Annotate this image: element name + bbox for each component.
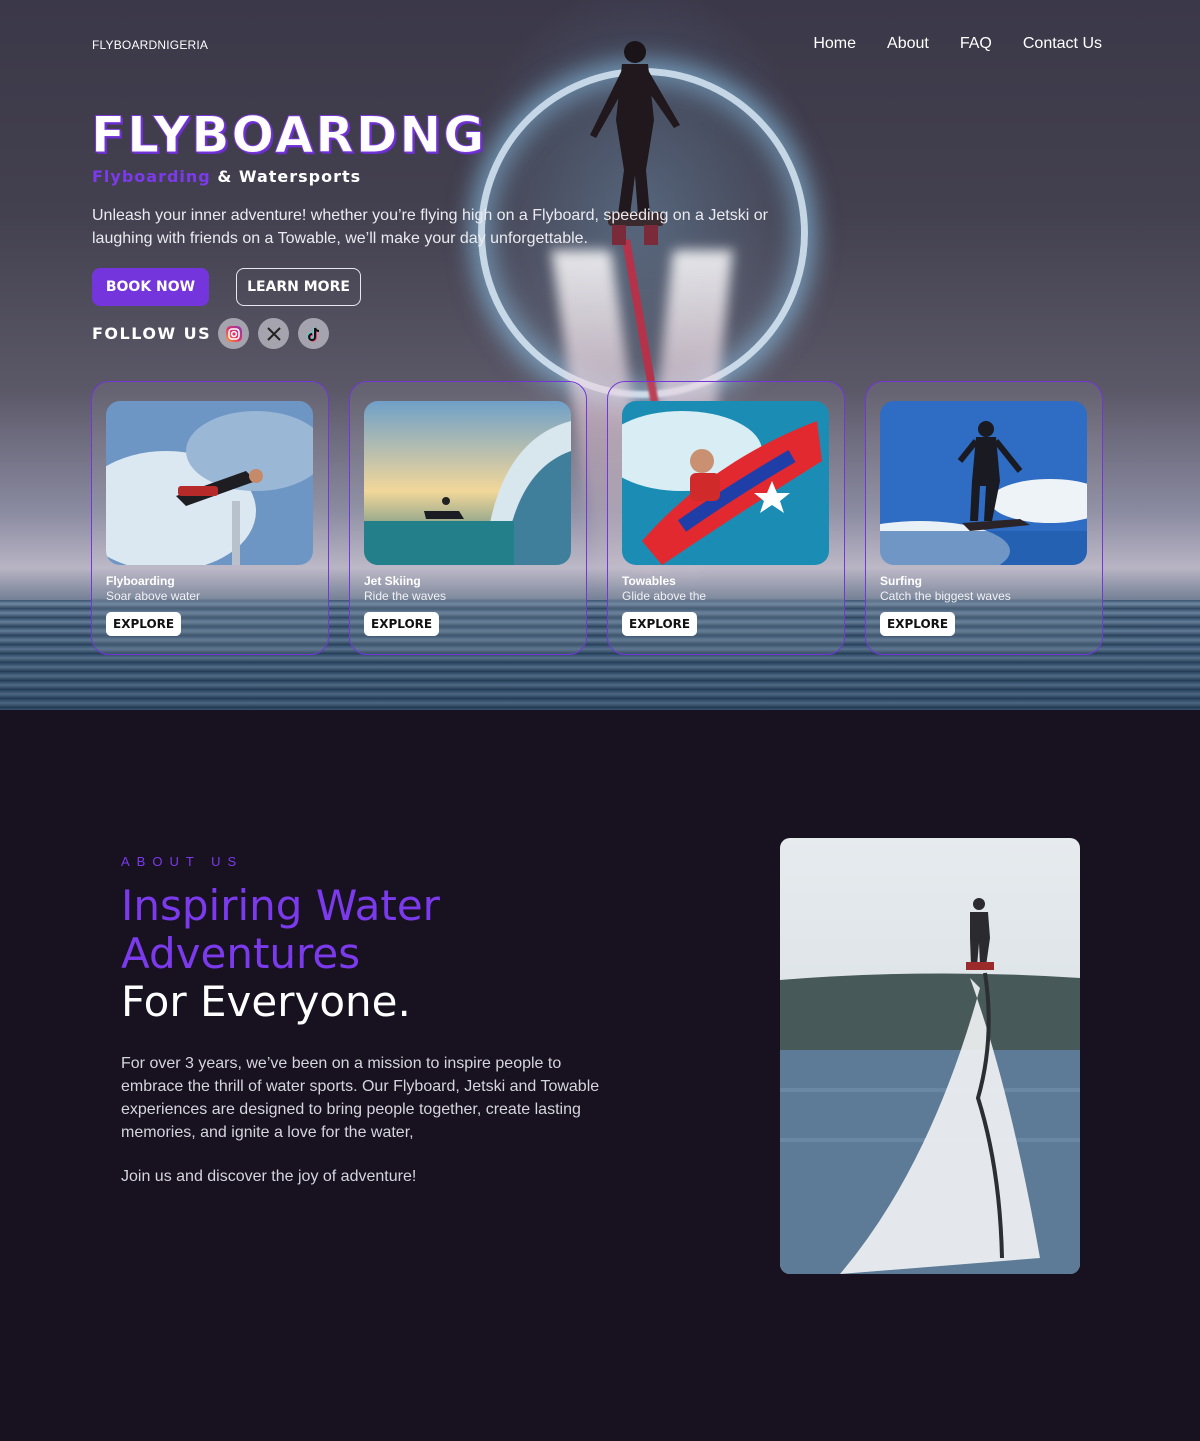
- activity-card-towables[interactable]: Towables Glide above the EXPLORE: [607, 381, 845, 655]
- book-now-button[interactable]: BOOK NOW: [92, 268, 209, 306]
- explore-button[interactable]: EXPLORE: [364, 612, 440, 636]
- hero-subtitle: Flyboarding & Watersports: [92, 167, 361, 186]
- about-heading: Inspiring Water Adventures For Everyone.: [121, 882, 440, 1026]
- x-icon[interactable]: [258, 318, 289, 349]
- about-closing: Join us and discover the joy of adventur…: [121, 1168, 417, 1185]
- card-title: Flyboarding: [106, 574, 175, 588]
- hero-subtitle-accent: Flyboarding: [92, 167, 211, 186]
- hero-description: Unleash your inner adventure! whether yo…: [92, 207, 768, 247]
- about-paragraph: For over 3 years, we’ve been on a missio…: [121, 1055, 600, 1141]
- about-flyboard-photo: [780, 838, 1080, 1274]
- surfing-photo: [880, 401, 1087, 565]
- hero-subtitle-rest: & Watersports: [210, 167, 362, 186]
- nav-faq[interactable]: FAQ: [960, 35, 992, 53]
- activity-card-jet-skiing[interactable]: Jet Skiing Ride the waves EXPLORE: [349, 381, 587, 655]
- explore-button[interactable]: EXPLORE: [106, 612, 182, 636]
- jet-skiing-photo: [364, 401, 571, 565]
- nav-about[interactable]: About: [887, 35, 929, 53]
- about-heading-line1: Inspiring Water: [121, 881, 440, 930]
- about-heading-line2: Adventures: [121, 929, 361, 978]
- explore-button[interactable]: EXPLORE: [880, 612, 956, 636]
- activity-card-flyboarding[interactable]: Flyboarding Soar above water EXPLORE: [91, 381, 329, 655]
- towables-photo: [622, 401, 829, 565]
- main-nav: Home About FAQ Contact Us: [813, 35, 1102, 53]
- card-title: Surfing: [880, 574, 922, 588]
- about-kicker: ABOUT US: [121, 854, 244, 869]
- hero-title: FLYBOARDNG: [90, 106, 487, 165]
- about-heading-line3: For Everyone.: [121, 977, 411, 1026]
- tiktok-icon[interactable]: [298, 318, 329, 349]
- activity-card-surfing[interactable]: Surfing Catch the biggest waves EXPLORE: [865, 381, 1103, 655]
- card-title: Jet Skiing: [364, 574, 421, 588]
- instagram-icon[interactable]: [218, 318, 249, 349]
- follow-us-label: FOLLOW US: [92, 324, 212, 343]
- card-subtitle: Ride the waves: [364, 589, 447, 603]
- brand-logo-text[interactable]: FLYBOARDNIGERIA: [92, 38, 208, 52]
- nav-contact[interactable]: Contact Us: [1023, 35, 1102, 53]
- card-subtitle: Soar above water: [106, 589, 201, 603]
- flyboarding-photo: [106, 401, 313, 565]
- card-subtitle: Glide above the: [622, 589, 707, 603]
- nav-home[interactable]: Home: [813, 35, 856, 53]
- card-subtitle: Catch the biggest waves: [880, 589, 1011, 603]
- learn-more-button[interactable]: LEARN MORE: [236, 268, 361, 306]
- explore-button[interactable]: EXPLORE: [622, 612, 698, 636]
- card-title: Towables: [622, 574, 676, 588]
